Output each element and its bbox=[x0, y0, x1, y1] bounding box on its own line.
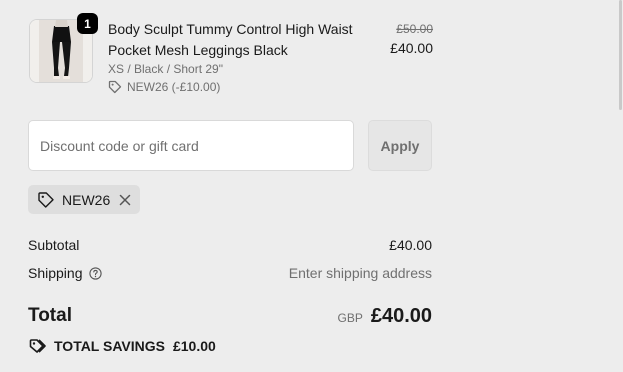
subtotal-label: Subtotal bbox=[28, 237, 80, 253]
scrollbar[interactable] bbox=[617, 0, 623, 372]
shipping-value: Enter shipping address bbox=[288, 265, 432, 281]
savings-value: £10.00 bbox=[172, 338, 216, 354]
discount-code-input[interactable] bbox=[28, 120, 354, 171]
savings-label: TOTAL SAVINGS bbox=[54, 338, 165, 354]
shipping-row: Shipping Enter shipping address bbox=[28, 265, 432, 281]
subtotal-value: £40.00 bbox=[389, 237, 432, 253]
scrollbar-thumb[interactable] bbox=[619, 0, 622, 110]
compare-at-price: £50.00 bbox=[396, 22, 433, 36]
help-icon[interactable] bbox=[88, 266, 102, 280]
item-price: £40.00 bbox=[390, 40, 433, 56]
subtotal-row: Subtotal £40.00 bbox=[28, 237, 432, 253]
shipping-label: Shipping bbox=[28, 265, 83, 281]
currency-code: GBP bbox=[337, 310, 363, 325]
total-value: £40.00 bbox=[370, 304, 432, 327]
total-label: Total bbox=[28, 305, 72, 326]
apply-button[interactable]: Apply bbox=[368, 120, 432, 171]
total-row: Total GBP £40.00 bbox=[28, 303, 432, 329]
applied-discount-chip: NEW26 bbox=[28, 185, 141, 214]
tag-icon bbox=[108, 80, 122, 94]
total-savings: TOTAL SAVINGS £10.00 bbox=[28, 337, 216, 355]
remove-discount-button[interactable] bbox=[119, 194, 131, 206]
item-discount-label: NEW26 (-£10.00) bbox=[127, 80, 221, 94]
savings-tags-icon bbox=[29, 339, 46, 353]
item-discount: NEW26 (-£10.00) bbox=[108, 80, 220, 94]
quantity-badge: 1 bbox=[77, 13, 98, 34]
product-title: Body Sculpt Tummy Control High Waist Poc… bbox=[108, 21, 353, 58]
line-item: 1 Body Sculpt Tummy Control High Waist P… bbox=[29, 13, 433, 99]
shipping-label-group: Shipping bbox=[28, 265, 102, 281]
total-amount-group: GBP £40.00 bbox=[337, 305, 432, 328]
tag-icon bbox=[38, 191, 54, 208]
close-icon bbox=[119, 194, 131, 205]
product-variant: XS / Black / Short 29" bbox=[108, 62, 223, 76]
applied-discount-code: NEW26 bbox=[62, 191, 111, 208]
